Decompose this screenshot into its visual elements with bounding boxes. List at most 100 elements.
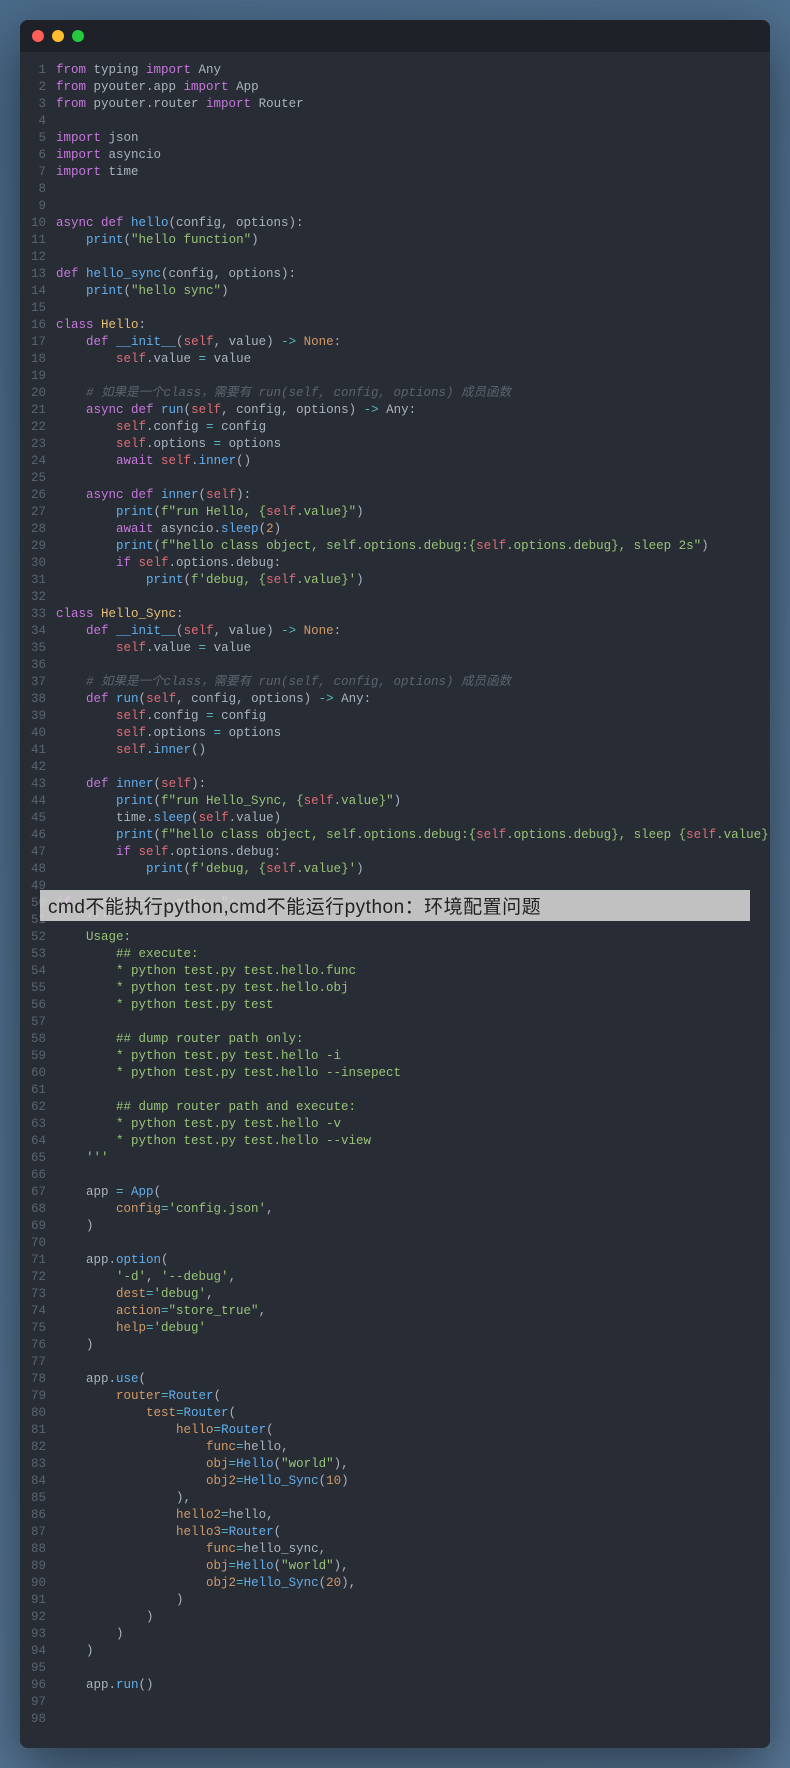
code-line[interactable]: ) xyxy=(56,1592,770,1609)
code-line[interactable]: print("hello sync") xyxy=(56,283,770,300)
code-line[interactable]: ) xyxy=(56,1337,770,1354)
minimize-icon[interactable] xyxy=(52,30,64,42)
code-line[interactable]: * python test.py test.hello.obj xyxy=(56,980,770,997)
code-line[interactable] xyxy=(56,198,770,215)
code-line[interactable]: ) xyxy=(56,1218,770,1235)
code-line[interactable]: # 如果是一个class，需要有 run(self, config, optio… xyxy=(56,385,770,402)
code-line[interactable]: app.run() xyxy=(56,1677,770,1694)
code-line[interactable]: print(f"run Hello_Sync, {self.value}") xyxy=(56,793,770,810)
code-line[interactable]: hello3=Router( xyxy=(56,1524,770,1541)
code-line[interactable]: class Hello: xyxy=(56,317,770,334)
code-line[interactable]: func=hello_sync, xyxy=(56,1541,770,1558)
code-line[interactable]: action="store_true", xyxy=(56,1303,770,1320)
close-icon[interactable] xyxy=(32,30,44,42)
code-line[interactable]: def inner(self): xyxy=(56,776,770,793)
code-line[interactable] xyxy=(56,1660,770,1677)
code-line[interactable]: await self.inner() xyxy=(56,453,770,470)
code-line[interactable] xyxy=(56,181,770,198)
code-line[interactable] xyxy=(56,113,770,130)
code-line[interactable]: hello=Router( xyxy=(56,1422,770,1439)
code-line[interactable]: '-d', '--debug', xyxy=(56,1269,770,1286)
code-line[interactable]: ) xyxy=(56,1609,770,1626)
code-line[interactable]: ), xyxy=(56,1490,770,1507)
code-line[interactable]: * python test.py test.hello.func xyxy=(56,963,770,980)
code-line[interactable]: def run(self, config, options) -> Any: xyxy=(56,691,770,708)
code-line[interactable]: async def run(self, config, options) -> … xyxy=(56,402,770,419)
code-line[interactable]: self.value = value xyxy=(56,640,770,657)
code-line[interactable]: obj=Hello("world"), xyxy=(56,1558,770,1575)
code-line[interactable] xyxy=(56,368,770,385)
code-line[interactable]: config='config.json', xyxy=(56,1201,770,1218)
code-line[interactable]: print(f'debug, {self.value}') xyxy=(56,861,770,878)
code-line[interactable]: import json xyxy=(56,130,770,147)
code-line[interactable]: import time xyxy=(56,164,770,181)
code-line[interactable]: ## execute: xyxy=(56,946,770,963)
code-line[interactable]: app.option( xyxy=(56,1252,770,1269)
code-line[interactable] xyxy=(56,1014,770,1031)
code-line[interactable] xyxy=(56,1167,770,1184)
code-line[interactable] xyxy=(56,1694,770,1711)
code-line[interactable]: app.use( xyxy=(56,1371,770,1388)
code-line[interactable]: * python test.py test.hello --view xyxy=(56,1133,770,1150)
code-line[interactable]: self.config = config xyxy=(56,708,770,725)
code-line[interactable]: * python test.py test.hello -v xyxy=(56,1116,770,1133)
code-line[interactable] xyxy=(56,1235,770,1252)
code-line[interactable]: obj=Hello("world"), xyxy=(56,1456,770,1473)
code-line[interactable] xyxy=(56,1354,770,1371)
code-line[interactable] xyxy=(56,657,770,674)
code-line[interactable]: app = App( xyxy=(56,1184,770,1201)
code-line[interactable]: func=hello, xyxy=(56,1439,770,1456)
code-line[interactable]: from pyouter.app import App xyxy=(56,79,770,96)
code-line[interactable]: print(f"hello class object, self.options… xyxy=(56,827,770,844)
code-line[interactable]: dest='debug', xyxy=(56,1286,770,1303)
code-line[interactable]: self.options = options xyxy=(56,436,770,453)
code-line[interactable]: if self.options.debug: xyxy=(56,555,770,572)
code-line[interactable]: print(f"run Hello, {self.value}") xyxy=(56,504,770,521)
code-line[interactable] xyxy=(56,759,770,776)
code-line[interactable]: ) xyxy=(56,1643,770,1660)
code-line[interactable]: ## dump router path and execute: xyxy=(56,1099,770,1116)
code-line[interactable]: self.value = value xyxy=(56,351,770,368)
code-line[interactable]: self.options = options xyxy=(56,725,770,742)
code-line[interactable]: import asyncio xyxy=(56,147,770,164)
code-line[interactable]: from pyouter.router import Router xyxy=(56,96,770,113)
code-line[interactable]: ''' xyxy=(56,1150,770,1167)
code-line[interactable]: print(f"hello class object, self.options… xyxy=(56,538,770,555)
code-line[interactable] xyxy=(56,589,770,606)
code-line[interactable]: print("hello function") xyxy=(56,232,770,249)
code-line[interactable]: await asyncio.sleep(2) xyxy=(56,521,770,538)
code-line[interactable] xyxy=(56,1082,770,1099)
code-line[interactable]: help='debug' xyxy=(56,1320,770,1337)
code-line[interactable]: if self.options.debug: xyxy=(56,844,770,861)
code-line[interactable]: * python test.py test.hello --insepect xyxy=(56,1065,770,1082)
code-line[interactable]: hello2=hello, xyxy=(56,1507,770,1524)
code-line[interactable]: Usage: xyxy=(56,929,770,946)
code-line[interactable]: self.config = config xyxy=(56,419,770,436)
code-line[interactable]: obj2=Hello_Sync(20), xyxy=(56,1575,770,1592)
code-line[interactable]: ## dump router path only: xyxy=(56,1031,770,1048)
code-line[interactable] xyxy=(56,249,770,266)
code-line[interactable] xyxy=(56,1711,770,1728)
code-line[interactable]: time.sleep(self.value) xyxy=(56,810,770,827)
code-line[interactable]: test=Router( xyxy=(56,1405,770,1422)
code-line[interactable]: def hello_sync(config, options): xyxy=(56,266,770,283)
code-line[interactable]: def __init__(self, value) -> None: xyxy=(56,334,770,351)
code-line[interactable]: ) xyxy=(56,1626,770,1643)
code-line[interactable]: * python test.py test.hello -i xyxy=(56,1048,770,1065)
code-line[interactable] xyxy=(56,300,770,317)
code-line[interactable]: class Hello_Sync: xyxy=(56,606,770,623)
code-line[interactable]: self.inner() xyxy=(56,742,770,759)
code-line[interactable]: async def hello(config, options): xyxy=(56,215,770,232)
code-line[interactable]: def __init__(self, value) -> None: xyxy=(56,623,770,640)
code-line[interactable]: # 如果是一个class，需要有 run(self, config, optio… xyxy=(56,674,770,691)
code-line[interactable]: router=Router( xyxy=(56,1388,770,1405)
code-line[interactable]: from typing import Any xyxy=(56,62,770,79)
maximize-icon[interactable] xyxy=(72,30,84,42)
line-number: 34 xyxy=(20,623,46,640)
code-line[interactable] xyxy=(56,470,770,487)
code-line[interactable]: async def inner(self): xyxy=(56,487,770,504)
code-line[interactable]: * python test.py test xyxy=(56,997,770,1014)
line-number: 14 xyxy=(20,283,46,300)
code-line[interactable]: print(f'debug, {self.value}') xyxy=(56,572,770,589)
code-line[interactable]: obj2=Hello_Sync(10) xyxy=(56,1473,770,1490)
